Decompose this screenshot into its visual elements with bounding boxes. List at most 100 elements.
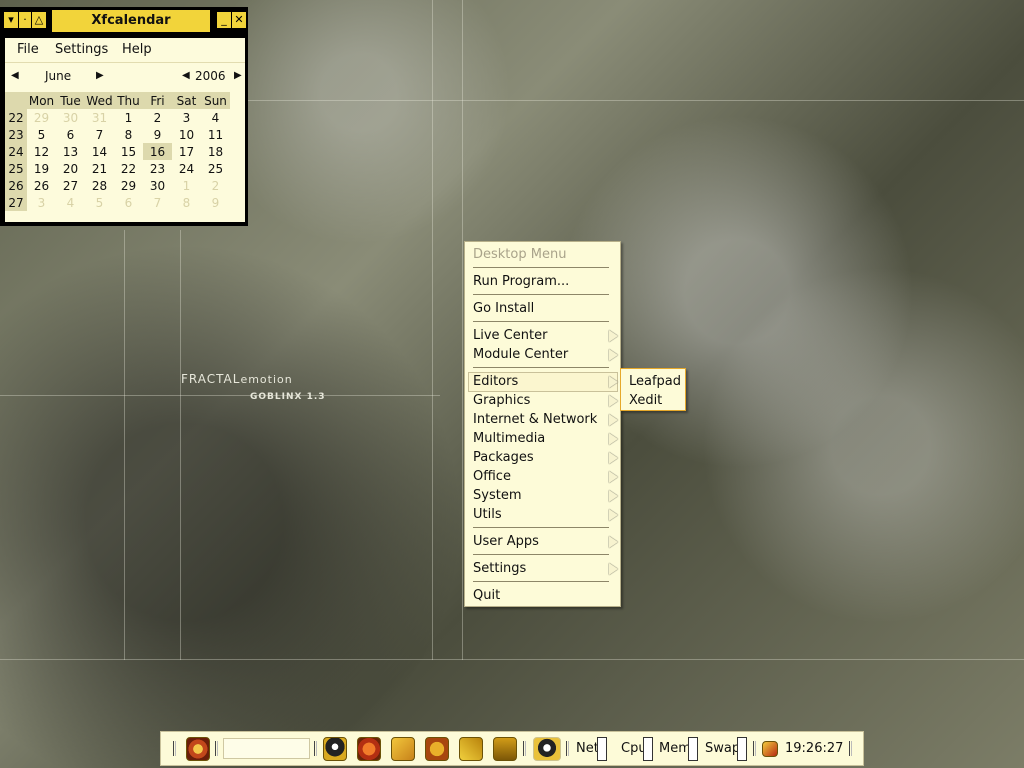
menu-item-system[interactable]: System	[473, 486, 521, 505]
tools-launcher-icon[interactable]	[391, 737, 415, 761]
calendar-day[interactable]: 17	[172, 143, 201, 160]
wallpaper-brand-main: FRACTAL	[181, 372, 241, 386]
calendar-day[interactable]: 2	[143, 109, 172, 126]
calendar-day[interactable]: 29	[27, 109, 56, 126]
menu-settings[interactable]: Settings	[55, 42, 108, 57]
calendar-day[interactable]: 31	[85, 109, 114, 126]
menu-item-go-install[interactable]: Go Install	[473, 299, 534, 318]
calendar-day[interactable]: 28	[85, 177, 114, 194]
menu-item-multimedia[interactable]: Multimedia	[473, 429, 545, 448]
panel-handle[interactable]	[314, 741, 317, 756]
calendar-day[interactable]: 21	[85, 160, 114, 177]
calendar-day[interactable]: 15	[114, 143, 143, 160]
calendar-day[interactable]: 30	[56, 109, 85, 126]
net-meter	[597, 737, 607, 761]
calendar-day[interactable]: 8	[172, 194, 201, 211]
panel-handle[interactable]	[753, 741, 756, 756]
calendar-day[interactable]: 13	[56, 143, 85, 160]
calendar-day[interactable]: 22	[114, 160, 143, 177]
browser-launcher-icon[interactable]	[357, 737, 381, 761]
calendar-day[interactable]: 25	[201, 160, 230, 177]
menu-item-user-apps[interactable]: User Apps	[473, 532, 539, 551]
panel-clock[interactable]: 19:26:27	[785, 741, 843, 756]
calendar-day[interactable]: 3	[172, 109, 201, 126]
mem-meter	[688, 737, 698, 761]
calendar-day[interactable]: 20	[56, 160, 85, 177]
xfcalendar-window[interactable]: ▾ · △ Xfcalendar _ ✕ File Settings Help …	[0, 7, 248, 226]
submenu-arrow-icon	[609, 490, 618, 502]
panel-handle[interactable]	[523, 741, 526, 756]
calendar-day[interactable]: 1	[114, 109, 143, 126]
calendar-day[interactable]: 6	[114, 194, 143, 211]
panel-handle[interactable]	[215, 741, 218, 756]
menu-item-quit[interactable]: Quit	[473, 586, 500, 605]
next-year-icon[interactable]: ▶	[234, 70, 242, 81]
calendar-day[interactable]: 12	[27, 143, 56, 160]
minimize-button[interactable]: _	[216, 11, 232, 29]
calendar-day[interactable]: 9	[143, 126, 172, 143]
menu-item-run-program[interactable]: Run Program...	[473, 272, 569, 291]
menu-item-office[interactable]: Office	[473, 467, 511, 486]
panel-handle[interactable]	[173, 741, 176, 756]
close-button[interactable]: ✕	[231, 11, 247, 29]
calendar-day[interactable]: 8	[114, 126, 143, 143]
panel-handle[interactable]	[849, 741, 852, 756]
submenu-item-leafpad[interactable]: Leafpad	[629, 372, 681, 391]
panel-handle[interactable]	[566, 741, 569, 756]
calendar-day[interactable]: 27	[56, 177, 85, 194]
wallpaper-line-vertical	[180, 230, 181, 660]
window-menu-button[interactable]: ▾	[3, 11, 19, 29]
calendar-day[interactable]: 7	[85, 126, 114, 143]
calendar-day[interactable]: 26	[27, 177, 56, 194]
settings-launcher-icon[interactable]	[425, 737, 449, 761]
calendar-day[interactable]: 24	[172, 160, 201, 177]
window-titlebar[interactable]: ▾ · △ Xfcalendar _ ✕	[0, 7, 248, 35]
menu-item-module-center[interactable]: Module Center	[473, 345, 568, 364]
desktop-switcher-icon[interactable]	[533, 737, 561, 761]
calendar-day[interactable]: 29	[114, 177, 143, 194]
calendar-day[interactable]: 10	[172, 126, 201, 143]
calendar-day[interactable]: 4	[56, 194, 85, 211]
week-number: 24	[5, 143, 27, 160]
calendar-day[interactable]: 7	[143, 194, 172, 211]
calendar-day[interactable]: 14	[85, 143, 114, 160]
mailcheck-icon[interactable]	[762, 741, 778, 757]
calendar-day[interactable]: 4	[201, 109, 230, 126]
window-title[interactable]: Xfcalendar	[50, 8, 212, 34]
menu-help[interactable]: Help	[122, 42, 152, 57]
calendar-day[interactable]: 18	[201, 143, 230, 160]
calendar-day[interactable]: 5	[27, 126, 56, 143]
prev-month-icon[interactable]: ◀	[11, 70, 19, 81]
calendar-day[interactable]: 1	[172, 177, 201, 194]
calendar-day[interactable]: 11	[201, 126, 230, 143]
calendar-day-selected[interactable]: 16	[143, 143, 172, 160]
calendar-day[interactable]: 30	[143, 177, 172, 194]
editor-launcher-icon[interactable]	[459, 737, 483, 761]
calendar-day[interactable]: 9	[201, 194, 230, 211]
menu-item-editors[interactable]: Editors	[473, 372, 518, 391]
calendar-day[interactable]: 3	[27, 194, 56, 211]
stick-button[interactable]: ·	[18, 11, 32, 29]
wallpaper-line-bottom	[0, 659, 1024, 660]
menu-file[interactable]: File	[17, 42, 39, 57]
calendar-day[interactable]: 5	[85, 194, 114, 211]
menu-item-settings[interactable]: Settings	[473, 559, 526, 578]
mozilla-launcher-icon[interactable]	[186, 737, 210, 761]
menu-item-internet-network[interactable]: Internet & Network	[473, 410, 597, 429]
calendar-day[interactable]: 19	[27, 160, 56, 177]
menu-item-live-center[interactable]: Live Center	[473, 326, 547, 345]
calendar-day[interactable]: 2	[201, 177, 230, 194]
submenu-item-xedit[interactable]: Xedit	[629, 391, 662, 410]
submenu-arrow-icon	[609, 376, 618, 388]
prev-year-icon[interactable]: ◀	[182, 70, 190, 81]
menu-item-packages[interactable]: Packages	[473, 448, 534, 467]
tux-launcher-icon[interactable]	[323, 737, 347, 761]
calendar-day[interactable]: 23	[143, 160, 172, 177]
shade-button[interactable]: △	[31, 11, 47, 29]
menu-item-utils[interactable]: Utils	[473, 505, 502, 524]
menu-item-graphics[interactable]: Graphics	[473, 391, 530, 410]
calendar-day[interactable]: 6	[56, 126, 85, 143]
panel-command-entry[interactable]	[223, 738, 310, 759]
terminal-launcher-icon[interactable]	[493, 737, 517, 761]
next-month-icon[interactable]: ▶	[96, 70, 104, 81]
